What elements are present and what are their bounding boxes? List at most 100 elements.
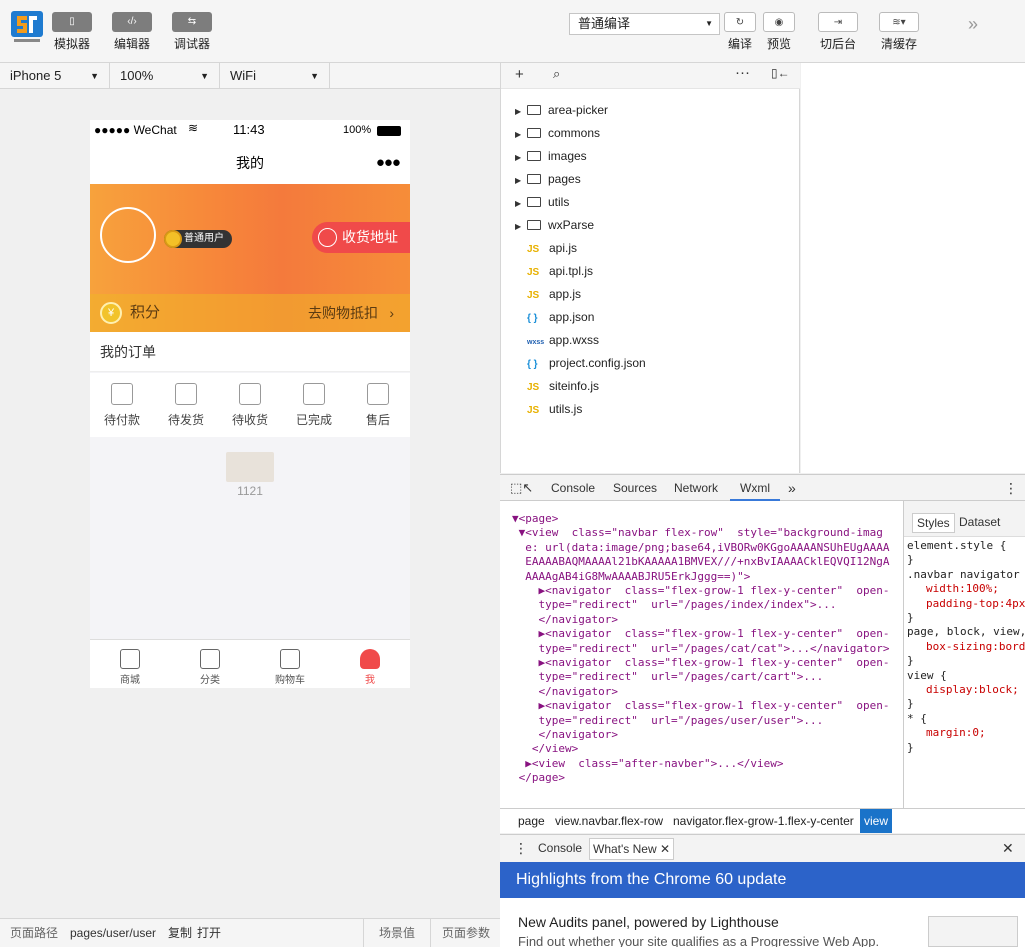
wxml-node-line[interactable]: AAAAgAB4iG8MwAAAABJRU5ErkJggg==)"> — [512, 570, 750, 584]
folder-item[interactable]: ▶ commons — [515, 122, 600, 145]
wxml-node-line[interactable]: </page> — [512, 771, 565, 785]
order-unpaid[interactable]: 待付款 — [90, 373, 154, 437]
devtools-menu-icon[interactable]: ⋮ — [1004, 475, 1018, 501]
expand-arrow-icon[interactable]: ▶ — [515, 192, 525, 215]
file-item[interactable]: JS api.tpl.js — [515, 260, 593, 283]
wxml-node-line[interactable]: </navigator> — [512, 685, 617, 699]
tab-category[interactable]: 分类 — [170, 640, 250, 688]
order-after-sale[interactable]: 售后 — [346, 373, 410, 437]
wxml-node-line[interactable]: e: url(data:image/png;base64,iVBORw0KGgo… — [512, 541, 889, 555]
lighthouse-thumbnail — [928, 916, 1018, 947]
open-link[interactable]: 打开 — [197, 919, 221, 947]
css-property[interactable]: padding-top:4px — [926, 597, 1025, 610]
order-to-ship[interactable]: 待发货 — [154, 373, 218, 437]
avatar[interactable] — [100, 207, 156, 263]
points-row[interactable]: ¥ 积分 去购物抵扣 › — [90, 294, 410, 332]
css-selector: } — [907, 654, 914, 668]
wxml-node-line[interactable]: ▼<view class="navbar flex-row" style="ba… — [512, 526, 883, 540]
file-item[interactable]: wxss app.wxss — [515, 329, 599, 352]
drawer-menu-icon[interactable]: ⋮ — [514, 835, 528, 862]
file-item[interactable]: JS app.js — [515, 283, 581, 306]
wxml-node-line[interactable]: ▶<view class="after-navber">...</view> — [512, 757, 783, 771]
file-item[interactable]: { } project.config.json — [515, 352, 646, 375]
simulator-button[interactable]: ▯ 模拟器 — [42, 12, 102, 52]
file-item[interactable]: JS siteinfo.js — [515, 375, 599, 398]
folder-item[interactable]: ▶ pages — [515, 168, 581, 191]
folder-item[interactable]: ▶ utils — [515, 191, 569, 214]
wxml-node-line[interactable]: ▶<navigator class="flex-grow-1 flex-y-ce… — [512, 699, 889, 713]
tab-network[interactable]: Network — [674, 475, 718, 501]
preview-button[interactable]: ◉ 预览 — [756, 12, 802, 52]
expand-arrow-icon[interactable]: ▶ — [515, 169, 525, 192]
close-icon[interactable]: ✕ — [660, 842, 670, 856]
wxml-node-line[interactable]: type="redirect" url="/pages/user/user">.… — [512, 714, 823, 728]
scene-button[interactable]: 场景值 — [363, 919, 415, 947]
more-dots-icon[interactable]: ··· — [735, 64, 750, 81]
drawer-tab-whats-new[interactable]: What's New ✕ — [589, 838, 675, 860]
promo-image[interactable] — [226, 452, 274, 482]
more-chevron-icon[interactable]: » — [968, 14, 978, 35]
wxml-node-line[interactable]: type="redirect" url="/pages/cat/cat">...… — [512, 642, 889, 656]
expand-arrow-icon[interactable]: ▶ — [515, 123, 525, 146]
tab-mall[interactable]: 商城 — [90, 640, 170, 688]
wxml-node-line[interactable]: ▼<page> — [512, 512, 558, 526]
inspect-element-icon[interactable]: ⬚↖ — [510, 480, 533, 496]
collapse-panel-icon[interactable]: ▯← — [771, 66, 790, 80]
wxml-node-line[interactable]: </navigator> — [512, 613, 617, 627]
drawer-tab-console[interactable]: Console — [538, 835, 582, 862]
file-item[interactable]: JS api.js — [515, 237, 577, 260]
css-property[interactable]: box-sizing:bord — [926, 640, 1025, 653]
zoom-select[interactable]: 100% ▼ — [110, 63, 220, 89]
file-name: api.js — [549, 241, 578, 255]
page-params-button[interactable]: 页面参数 — [430, 919, 490, 947]
order-to-receive[interactable]: 待收货 — [218, 373, 282, 437]
tab-me[interactable]: 我 — [330, 640, 410, 688]
breadcrumb-item[interactable]: view.navbar.flex-row — [555, 809, 663, 833]
css-property[interactable]: display:block; — [926, 683, 1019, 696]
css-property[interactable]: margin:0; — [926, 726, 986, 739]
wxml-node-line[interactable]: ▶<navigator class="flex-grow-1 flex-y-ce… — [512, 627, 889, 641]
tab-wxml[interactable]: Wxml — [730, 475, 780, 501]
file-item[interactable]: JS utils.js — [515, 398, 582, 421]
wxml-node-line[interactable]: ▶<navigator class="flex-grow-1 flex-y-ce… — [512, 656, 889, 670]
tab-dataset[interactable]: Dataset — [959, 515, 1000, 529]
debugger-button[interactable]: ⇆ 调试器 — [162, 12, 222, 52]
device-select[interactable]: iPhone 5 ▼ — [0, 63, 110, 89]
folder-item[interactable]: ▶ images — [515, 145, 587, 168]
background-button[interactable]: ⇥ 切后台 — [808, 12, 868, 52]
breadcrumb-item[interactable]: page — [518, 809, 545, 833]
wxml-node-line[interactable]: </navigator> — [512, 728, 617, 742]
orders-title[interactable]: 我的订单 — [90, 332, 410, 372]
file-item[interactable]: { } app.json — [515, 306, 594, 329]
expand-arrow-icon[interactable]: ▶ — [515, 146, 525, 169]
wxml-node-line[interactable]: ▶<navigator class="flex-grow-1 flex-y-ce… — [512, 584, 889, 598]
folder-item[interactable]: ▶ wxParse — [515, 214, 594, 237]
wxml-node-line[interactable]: </view> — [512, 742, 578, 756]
more-dots-icon[interactable]: ●●● — [376, 142, 401, 184]
network-value: WiFi — [230, 68, 256, 83]
expand-arrow-icon[interactable]: ▶ — [515, 215, 525, 238]
tab-console[interactable]: Console — [551, 475, 595, 501]
address-button[interactable]: 收货地址 — [312, 222, 410, 253]
network-select[interactable]: WiFi ▼ — [220, 63, 330, 89]
compile-mode-select[interactable]: 普通编译 ▼ — [569, 13, 720, 35]
tab-styles[interactable]: Styles — [912, 513, 955, 533]
copy-link[interactable]: 复制 — [168, 919, 192, 947]
search-icon[interactable]: ⌕ — [553, 66, 560, 82]
wxml-node-line[interactable]: type="redirect" url="/pages/cart/cart">.… — [512, 670, 823, 684]
breadcrumb-item-active[interactable]: view — [860, 809, 893, 833]
wxml-node-line[interactable]: EAAAABAQMAAAAl21bKAAAAA1BMVEX///+nxBvIAA… — [512, 555, 889, 569]
order-completed[interactable]: 已完成 — [282, 373, 346, 437]
expand-arrow-icon[interactable]: ▶ — [515, 100, 525, 123]
more-tabs-chevron-icon[interactable]: » — [788, 475, 796, 501]
breadcrumb-item[interactable]: navigator.flex-grow-1.flex-y-center — [673, 809, 854, 833]
tab-sources[interactable]: Sources — [613, 475, 657, 501]
close-drawer-icon[interactable]: ✕ — [1002, 835, 1014, 862]
editor-button[interactable]: ‹/› 编辑器 — [102, 12, 162, 52]
clear-cache-button[interactable]: ≋▾ 清缓存 — [869, 12, 929, 52]
add-icon[interactable]: + — [515, 66, 524, 83]
tab-cart[interactable]: 购物车 — [250, 640, 330, 688]
css-property[interactable]: width:100%; — [926, 582, 999, 595]
wxml-node-line[interactable]: type="redirect" url="/pages/index/index"… — [512, 598, 836, 612]
folder-item[interactable]: ▶ area-picker — [515, 99, 608, 122]
